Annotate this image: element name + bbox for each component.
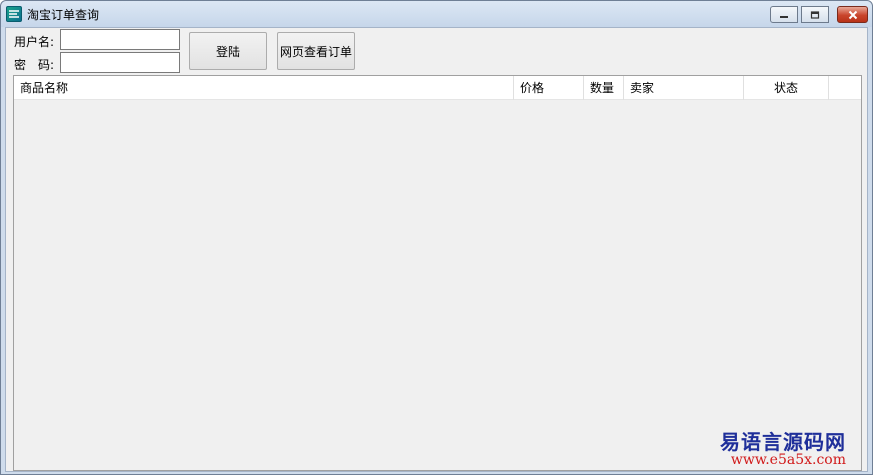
close-icon xyxy=(848,10,857,19)
watermark-site-url: www.e5a5x.com xyxy=(730,452,846,468)
orders-list-header: 商品名称 价格 数量 卖家 状态 xyxy=(14,76,861,100)
login-button[interactable]: 登陆 xyxy=(189,32,267,70)
app-window: 淘宝订单查询 用户名: 密 码: 登陆 网页查看订单 商品名称 价格 数量 卖家… xyxy=(0,0,873,475)
password-input[interactable] xyxy=(60,52,180,73)
orders-list[interactable]: 商品名称 价格 数量 卖家 状态 xyxy=(13,75,862,471)
column-header-price[interactable]: 价格 xyxy=(514,76,584,100)
column-header-extra[interactable] xyxy=(829,76,861,100)
close-button[interactable] xyxy=(837,6,868,23)
app-logo-icon xyxy=(6,6,22,22)
watermark-site-name: 易语言源码网 xyxy=(720,430,846,454)
minimize-icon xyxy=(780,15,788,18)
maximize-icon xyxy=(810,10,820,19)
title-bar[interactable]: 淘宝订单查询 xyxy=(1,1,872,27)
column-header-seller[interactable]: 卖家 xyxy=(624,76,744,100)
column-header-name[interactable]: 商品名称 xyxy=(14,76,514,100)
minimize-button[interactable] xyxy=(770,6,798,23)
username-label: 用户名: xyxy=(14,35,55,49)
column-header-quantity[interactable]: 数量 xyxy=(584,76,624,100)
password-label: 密 码: xyxy=(14,58,55,72)
username-input[interactable] xyxy=(60,29,180,50)
client-area: 用户名: 密 码: 登陆 网页查看订单 商品名称 价格 数量 卖家 状态 xyxy=(5,27,868,472)
column-header-status[interactable]: 状态 xyxy=(744,76,829,100)
window-title: 淘宝订单查询 xyxy=(27,8,100,22)
view-web-orders-button[interactable]: 网页查看订单 xyxy=(277,32,355,70)
maximize-button[interactable] xyxy=(801,6,829,23)
